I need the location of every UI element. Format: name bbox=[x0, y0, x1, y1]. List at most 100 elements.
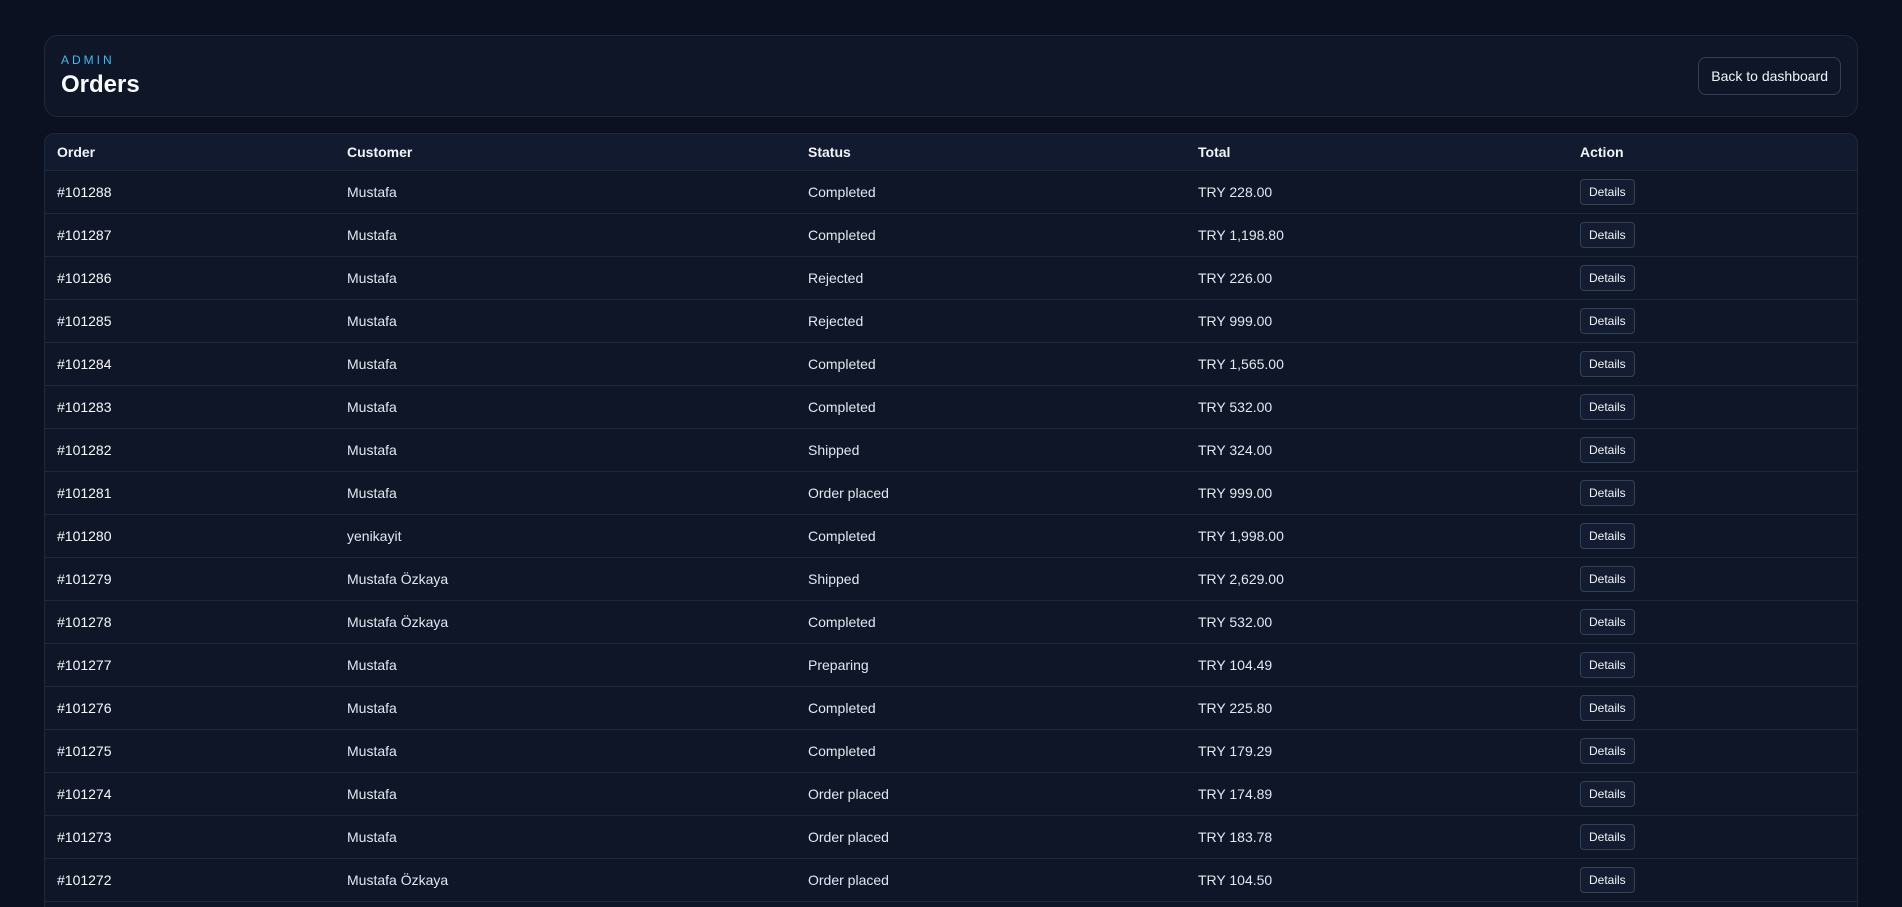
details-button[interactable]: Details bbox=[1580, 307, 1635, 334]
details-button[interactable]: Details bbox=[1580, 264, 1635, 291]
table-row: #101271MustafaCompletedTRY 0.00Details bbox=[45, 901, 1857, 907]
status-cell: Completed bbox=[796, 213, 1186, 257]
total-cell: TRY 999.00 bbox=[1186, 471, 1568, 515]
action-cell: Details bbox=[1568, 342, 1857, 386]
details-button[interactable]: Details bbox=[1580, 651, 1635, 678]
details-button[interactable]: Details bbox=[1580, 866, 1635, 893]
details-button[interactable]: Details bbox=[1580, 436, 1635, 463]
details-button[interactable]: Details bbox=[1580, 221, 1635, 248]
details-button[interactable]: Details bbox=[1580, 608, 1635, 635]
table-row: #101276 Mustafa Completed TRY 225.80 Details bbox=[45, 686, 1857, 730]
total-cell: TRY 532.00 bbox=[1186, 385, 1568, 429]
order-id-cell: #101274 bbox=[45, 772, 335, 816]
order-id-cell: #101285 bbox=[45, 299, 335, 343]
status-cell: Completed bbox=[796, 514, 1186, 558]
customer-cell: Mustafa Özkaya bbox=[335, 600, 796, 644]
customer-cell: Mustafa bbox=[335, 385, 796, 429]
total-cell: TRY 225.80 bbox=[1186, 686, 1568, 730]
order-id-cell: #101271 bbox=[45, 901, 335, 907]
status-cell: Order placed bbox=[796, 471, 1186, 515]
action-cell: Details bbox=[1568, 643, 1857, 687]
status-cell: Completed bbox=[796, 385, 1186, 429]
table-row: #101285 Mustafa Rejected TRY 999.00 Details bbox=[45, 299, 1857, 343]
details-button[interactable]: Details bbox=[1580, 780, 1635, 807]
action-cell: Details bbox=[1568, 471, 1857, 515]
total-cell: TRY 1,198.80 bbox=[1186, 213, 1568, 257]
status-cell: Completed bbox=[796, 170, 1186, 214]
order-id-cell: #101272 bbox=[45, 858, 335, 902]
status-cell: Shipped bbox=[796, 557, 1186, 601]
section-eyebrow: ADMIN bbox=[61, 53, 115, 67]
order-id-cell: #101283 bbox=[45, 385, 335, 429]
status-cell: Rejected bbox=[796, 256, 1186, 300]
order-id-cell: #101281 bbox=[45, 471, 335, 515]
details-button[interactable]: Details bbox=[1580, 565, 1635, 592]
total-cell: TRY 226.00 bbox=[1186, 256, 1568, 300]
details-button[interactable]: Details bbox=[1580, 178, 1635, 205]
total-cell: TRY 104.49 bbox=[1186, 643, 1568, 687]
details-button[interactable]: Details bbox=[1580, 522, 1635, 549]
action-cell: Details bbox=[1568, 428, 1857, 472]
total-cell: TRY 324.00 bbox=[1186, 428, 1568, 472]
details-button[interactable]: Details bbox=[1580, 823, 1635, 850]
status-cell: Completed bbox=[796, 600, 1186, 644]
table-header: Order Customer Status Total Action bbox=[45, 134, 1857, 171]
column-header-action: Action bbox=[1568, 134, 1857, 171]
action-cell: Details bbox=[1568, 170, 1857, 214]
table-header-row: Order Customer Status Total Action bbox=[45, 134, 1857, 171]
details-button[interactable]: Details bbox=[1580, 479, 1635, 506]
table-row: #101280 yenikayit Completed TRY 1,998.00 Det… bbox=[45, 514, 1857, 558]
table-row: #101284 Mustafa Completed TRY 1,565.00 Detai… bbox=[45, 342, 1857, 386]
table-row: #101279 Mustafa Özkaya Shipped TRY 2,629.00… bbox=[45, 557, 1857, 601]
table-row: #101288 Mustafa Completed TRY 228.00 Details bbox=[45, 170, 1857, 214]
column-header-order: Order bbox=[45, 134, 335, 171]
action-cell: Details bbox=[1568, 557, 1857, 601]
table-row: #101275 Mustafa Completed TRY 179.29 Details bbox=[45, 729, 1857, 773]
order-id-cell: #101273 bbox=[45, 815, 335, 859]
action-cell: Details bbox=[1568, 686, 1857, 730]
action-cell: Details bbox=[1568, 256, 1857, 300]
details-button[interactable]: Details bbox=[1580, 393, 1635, 420]
status-cell: Order placed bbox=[796, 858, 1186, 902]
action-cell: Details bbox=[1568, 514, 1857, 558]
table-row: #101278 Mustafa Özkaya Completed TRY 532.00… bbox=[45, 600, 1857, 644]
back-to-dashboard-button[interactable]: Back to dashboard bbox=[1698, 57, 1841, 95]
customer-cell: Mustafa Özkaya bbox=[335, 858, 796, 902]
order-id-cell: #101287 bbox=[45, 213, 335, 257]
customer-cell: Mustafa bbox=[335, 901, 796, 907]
page-title: Orders bbox=[61, 71, 140, 98]
order-id-cell: #101278 bbox=[45, 600, 335, 644]
orders-table: Order Customer Status Total Action #1012… bbox=[45, 134, 1857, 907]
details-button[interactable]: Details bbox=[1580, 737, 1635, 764]
details-button[interactable]: Details bbox=[1580, 694, 1635, 721]
customer-cell: Mustafa bbox=[335, 170, 796, 214]
table-row: #101277 Mustafa Preparing TRY 104.49 Details bbox=[45, 643, 1857, 687]
status-cell: Completed bbox=[796, 342, 1186, 386]
order-id-cell: #101275 bbox=[45, 729, 335, 773]
table-row: #101282 Mustafa Shipped TRY 324.00 Details bbox=[45, 428, 1857, 472]
customer-cell: yenikayit bbox=[335, 514, 796, 558]
total-cell: TRY 532.00 bbox=[1186, 600, 1568, 644]
orders-table-card: Order Customer Status Total Action #1012… bbox=[44, 133, 1858, 907]
column-header-customer: Customer bbox=[335, 134, 796, 171]
status-cell: Completed bbox=[796, 686, 1186, 730]
customer-cell: Mustafa bbox=[335, 213, 796, 257]
details-button[interactable]: Details bbox=[1580, 350, 1635, 377]
action-cell: Details bbox=[1568, 213, 1857, 257]
action-cell: Details bbox=[1568, 600, 1857, 644]
customer-cell: Mustafa bbox=[335, 471, 796, 515]
table-row: #101287 Mustafa Completed TRY 1,198.80 Detai… bbox=[45, 213, 1857, 257]
status-cell: Preparing bbox=[796, 643, 1186, 687]
total-cell: TRY 174.89 bbox=[1186, 772, 1568, 816]
page-header: ADMIN Orders Back to dashboard bbox=[44, 35, 1858, 117]
status-cell: Completed bbox=[796, 729, 1186, 773]
customer-cell: Mustafa bbox=[335, 729, 796, 773]
total-cell: TRY 1,998.00 bbox=[1186, 514, 1568, 558]
status-cell: Order placed bbox=[796, 815, 1186, 859]
action-cell: Details bbox=[1568, 901, 1857, 907]
customer-cell: Mustafa bbox=[335, 256, 796, 300]
order-id-cell: #101280 bbox=[45, 514, 335, 558]
customer-cell: Mustafa bbox=[335, 815, 796, 859]
action-cell: Details bbox=[1568, 858, 1857, 902]
total-cell: TRY 999.00 bbox=[1186, 299, 1568, 343]
